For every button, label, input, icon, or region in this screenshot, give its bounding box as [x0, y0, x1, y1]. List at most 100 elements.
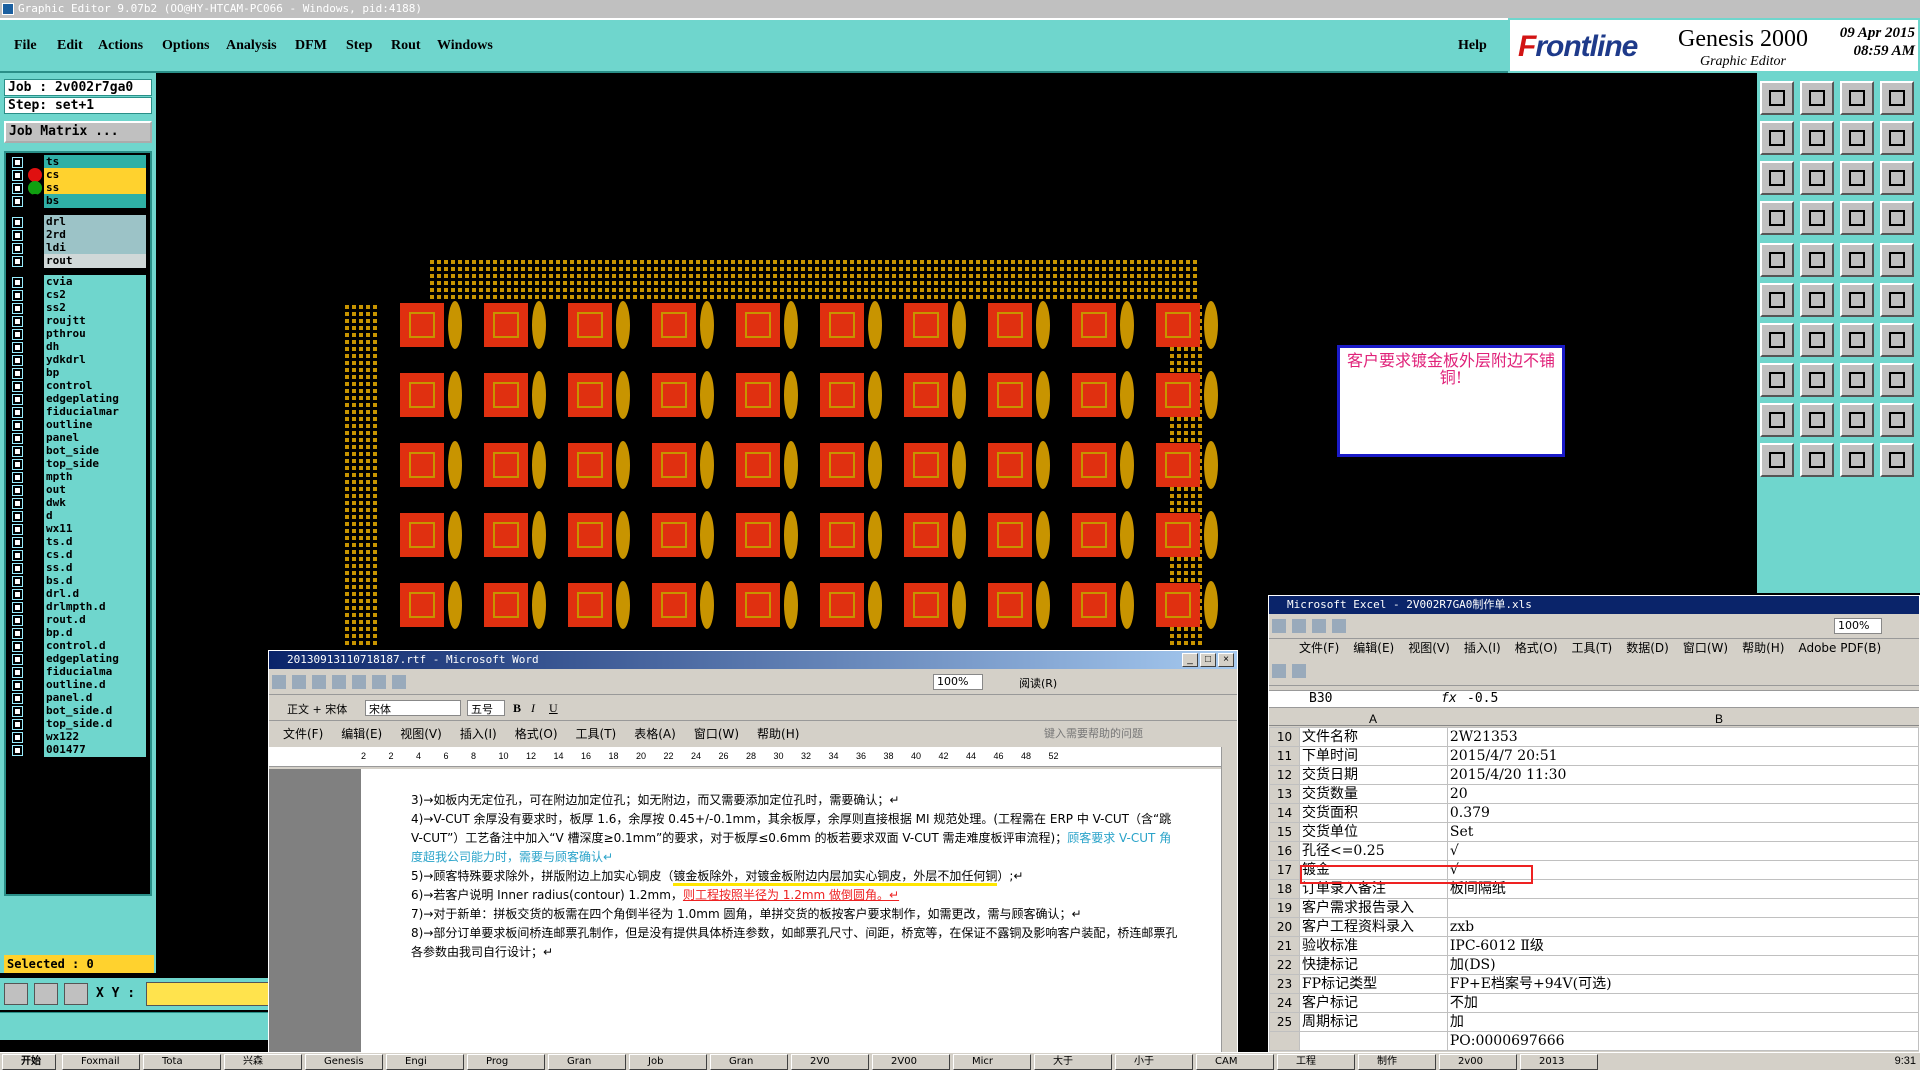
layer-checkbox[interactable]: [12, 615, 23, 626]
layer-checkbox[interactable]: [12, 693, 23, 704]
tool-button[interactable]: [1760, 161, 1794, 195]
cell-b[interactable]: 20: [1446, 784, 1920, 804]
taskbar-item[interactable]: 2v00: [1439, 1054, 1517, 1070]
layer-checkbox[interactable]: [12, 719, 23, 730]
cell-a[interactable]: [1298, 1031, 1448, 1051]
layer-name[interactable]: mpth: [44, 470, 146, 484]
excel-menu-help[interactable]: 帮助(H): [1742, 641, 1784, 655]
layer-name[interactable]: edgeplating: [44, 392, 146, 406]
layer-checkbox[interactable]: [12, 303, 23, 314]
tool-button[interactable]: [1760, 121, 1794, 155]
tool-button[interactable]: [1800, 283, 1834, 317]
row-number[interactable]: 18: [1269, 879, 1300, 899]
menu-step[interactable]: Step: [346, 38, 372, 54]
layer-name[interactable]: cs.d: [44, 548, 146, 562]
layer-checkbox[interactable]: [12, 433, 23, 444]
tool-button[interactable]: [1800, 323, 1834, 357]
cell-b[interactable]: 不加: [1446, 993, 1920, 1013]
layer-name[interactable]: 2rd: [44, 228, 146, 242]
cell-a[interactable]: 验收标准: [1298, 936, 1448, 956]
layer-checkbox[interactable]: [12, 576, 23, 587]
row-number[interactable]: 15: [1269, 822, 1300, 842]
layer-checkbox[interactable]: [12, 183, 23, 194]
close-icon[interactable]: ×: [1218, 653, 1234, 667]
layer-checkbox[interactable]: [12, 446, 23, 457]
layer-row[interactable]: pthrou: [8, 327, 152, 341]
menu-analysis[interactable]: Analysis: [226, 38, 277, 54]
layer-checkbox[interactable]: [12, 196, 23, 207]
menu-options[interactable]: Options: [162, 38, 209, 54]
layer-checkbox[interactable]: [12, 157, 23, 168]
print-icon[interactable]: [332, 675, 346, 689]
menu-edit[interactable]: Edit: [57, 38, 83, 54]
formula-input[interactable]: -0.5: [1467, 691, 1498, 707]
pdf-icon[interactable]: [1272, 664, 1286, 678]
col-header-a[interactable]: A: [1369, 712, 1377, 726]
word-menu-window[interactable]: 窗口(W): [694, 727, 739, 741]
tool-button[interactable]: [1800, 121, 1834, 155]
layer-row[interactable]: dwk: [8, 496, 152, 510]
taskbar-item[interactable]: CAM: [1196, 1054, 1274, 1070]
row-number[interactable]: 14: [1269, 803, 1300, 823]
open-icon[interactable]: [1292, 619, 1306, 633]
tool-button[interactable]: [1800, 363, 1834, 397]
taskbar-item[interactable]: Genesis: [305, 1054, 383, 1070]
layer-name[interactable]: top_side: [44, 457, 146, 471]
menu-file[interactable]: File: [14, 38, 37, 54]
layer-row[interactable]: bp: [8, 366, 152, 380]
layer-row[interactable]: bot_side.d: [8, 704, 152, 718]
excel-menu-data[interactable]: 数据(D): [1626, 641, 1669, 655]
layer-name[interactable]: rout: [44, 254, 146, 268]
layer-checkbox[interactable]: [12, 329, 23, 340]
layer-row[interactable]: wx11: [8, 522, 152, 536]
tool-button[interactable]: [1760, 81, 1794, 115]
menu-rout[interactable]: Rout: [391, 38, 421, 54]
layer-row[interactable]: cs2: [8, 288, 152, 302]
row-number[interactable]: 23: [1269, 974, 1300, 994]
layer-name[interactable]: outline.d: [44, 678, 146, 692]
cell-b[interactable]: IPC-6012 Ⅱ级: [1446, 936, 1920, 956]
cell-b[interactable]: 加: [1446, 1012, 1920, 1032]
taskbar-item[interactable]: 2V00: [872, 1054, 950, 1070]
layer-name[interactable]: cs2: [44, 288, 146, 302]
taskbar-item[interactable]: 大于: [1034, 1054, 1112, 1070]
layer-name[interactable]: fiducialmar: [44, 405, 146, 419]
layer-checkbox[interactable]: [12, 217, 23, 228]
row-number[interactable]: 10: [1269, 727, 1300, 747]
layer-row[interactable]: bot_side: [8, 444, 152, 458]
tool-button[interactable]: [1840, 403, 1874, 437]
tool-button[interactable]: [1840, 81, 1874, 115]
tool-button[interactable]: [1880, 403, 1914, 437]
layer-name[interactable]: cs: [44, 168, 146, 182]
tool-button[interactable]: [1800, 403, 1834, 437]
layer-checkbox[interactable]: [12, 459, 23, 470]
tool-button[interactable]: [1840, 283, 1874, 317]
layer-checkbox[interactable]: [12, 641, 23, 652]
layer-name[interactable]: d: [44, 509, 146, 523]
layer-name[interactable]: bs.d: [44, 574, 146, 588]
taskbar-item[interactable]: Foxmail: [62, 1054, 140, 1070]
taskbar-item[interactable]: Job: [629, 1054, 707, 1070]
taskbar-item[interactable]: 2013: [1520, 1054, 1598, 1070]
taskbar-item[interactable]: 兴森: [224, 1054, 302, 1070]
excel-menu-insert[interactable]: 插入(I): [1464, 641, 1501, 655]
layer-name[interactable]: ldi: [44, 241, 146, 255]
row-number[interactable]: 22: [1269, 955, 1300, 975]
layer-row[interactable]: out: [8, 483, 152, 497]
row-number[interactable]: 20: [1269, 917, 1300, 937]
tool-button[interactable]: [1880, 323, 1914, 357]
layer-row[interactable]: bs.d: [8, 574, 152, 588]
cell-b[interactable]: 加(DS): [1446, 955, 1920, 975]
layer-row[interactable]: bp.d: [8, 626, 152, 640]
layer-checkbox[interactable]: [12, 472, 23, 483]
print-icon[interactable]: [1332, 619, 1346, 633]
tool-button[interactable]: [1760, 283, 1794, 317]
copy-icon[interactable]: [372, 675, 386, 689]
layer-row[interactable]: mpth: [8, 470, 152, 484]
layer-row[interactable]: ss2: [8, 301, 152, 315]
help-question-input[interactable]: 键入需要帮助的问题: [1044, 723, 1143, 745]
cell-b[interactable]: 2W21353: [1446, 727, 1920, 747]
layer-checkbox[interactable]: [12, 537, 23, 548]
menu-actions[interactable]: Actions: [98, 38, 143, 54]
row-number[interactable]: 17: [1269, 860, 1300, 880]
